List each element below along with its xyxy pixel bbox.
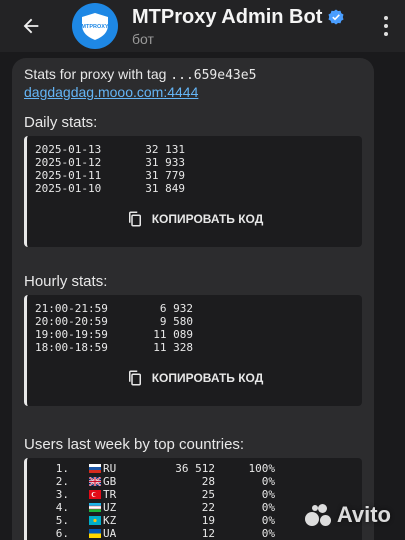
hourly-stat-row: 20:00-20:59 9 580 — [35, 315, 362, 328]
hourly-stat-row-value: 11 328 — [153, 341, 193, 354]
flag-icon — [89, 503, 101, 512]
country-code-text: TR — [103, 488, 117, 501]
country-rank: 1. — [55, 462, 69, 475]
flag-icon — [89, 516, 101, 525]
daily-copy-button[interactable]: КОПИРОВАТЬ КОД — [27, 210, 362, 228]
daily-copy-label: КОПИРОВАТЬ КОД — [151, 212, 264, 226]
daily-stat-row: 2025-01-10 31 849 — [35, 182, 362, 195]
daily-stats-block: 2025-01-13 32 131 2025-01-12 31 933 2025-01-… — [24, 136, 362, 247]
daily-stat-row-value: 32 131 — [145, 143, 185, 156]
country-code-text: RU — [103, 462, 117, 475]
flag-icon — [89, 490, 101, 499]
country-users: 28 — [201, 475, 215, 488]
country-code-text: KZ — [103, 514, 117, 527]
hourly-stat-row-value: 6 932 — [159, 302, 193, 315]
flag-icon — [89, 477, 101, 486]
country-users: 19 — [201, 514, 215, 527]
country-percent: 100% — [248, 462, 276, 475]
stats-tag: ...659e43e5 — [170, 68, 257, 83]
country-code: UA — [75, 527, 135, 540]
country-rank: 5. — [55, 514, 69, 527]
chat-header: MTPROXY MTProxy Admin Bot бот — [0, 0, 405, 52]
avito-wordmark: Avito — [336, 502, 391, 527]
proxy-link[interactable]: dagdagdag.mooo.com:4444 — [24, 84, 362, 100]
daily-stat-row-value: 31 933 — [145, 156, 185, 169]
daily-stat-row-label: 2025-01-13 — [35, 143, 102, 156]
country-code-text: UA — [103, 527, 117, 540]
hourly-stat-row-label: 19:00-19:59 — [35, 328, 108, 341]
daily-stats-title: Daily stats: — [24, 114, 98, 131]
hourly-stats-title: Hourly stats: — [24, 273, 108, 290]
hourly-stats-rows: 21:00-21:59 6 932 20:00-20:59 9 580 19:00-19… — [27, 295, 362, 354]
country-percent: 0% — [261, 501, 275, 514]
stats-header: Stats for proxy with tag ...659e43e5 — [24, 66, 362, 83]
hourly-stat-row: 19:00-19:59 11 089 — [35, 328, 362, 341]
country-code: TR — [75, 488, 135, 501]
country-percent: 0% — [261, 514, 275, 527]
hourly-stat-row-label: 20:00-20:59 — [35, 315, 108, 328]
hourly-stat-row: 18:00-18:59 11 328 — [35, 341, 362, 354]
menu-dot — [384, 24, 388, 28]
country-code-text: GB — [103, 475, 117, 488]
country-code: KZ — [75, 514, 135, 527]
country-code: RU — [75, 462, 135, 475]
daily-stat-row-label: 2025-01-12 — [35, 156, 102, 169]
daily-stat-row-label: 2025-01-11 — [35, 169, 102, 182]
country-row: 3. TR 25 0% — [39, 488, 362, 501]
country-code: GB — [75, 475, 135, 488]
bot-avatar[interactable]: MTPROXY — [72, 3, 118, 49]
country-users: 22 — [201, 501, 215, 514]
country-rank: 3. — [55, 488, 69, 501]
menu-dot — [384, 32, 388, 36]
copy-icon — [128, 211, 141, 227]
country-users: 12 — [201, 527, 215, 540]
country-percent: 0% — [261, 488, 275, 501]
country-percent: 0% — [261, 475, 275, 488]
daily-stat-row-value: 31 849 — [145, 182, 185, 195]
back-arrow-icon — [23, 18, 39, 34]
hourly-stat-row-value: 11 089 — [153, 328, 193, 341]
daily-stats-rows: 2025-01-13 32 131 2025-01-12 31 933 2025-01-… — [27, 136, 362, 195]
country-code-text: UZ — [103, 501, 117, 514]
daily-stat-row-value: 31 779 — [145, 169, 185, 182]
avito-logo-icon — [304, 503, 333, 527]
country-row: 6. UA 12 0% — [39, 527, 362, 540]
avito-watermark: Avito — [304, 502, 391, 528]
flag-icon — [89, 464, 101, 473]
country-rank: 2. — [55, 475, 69, 488]
countries-title: Users last week by top countries: — [24, 436, 245, 453]
daily-stat-row-label: 2025-01-10 — [35, 182, 102, 195]
daily-stat-row: 2025-01-11 31 779 — [35, 169, 362, 182]
more-vertical-icon — [384, 16, 388, 20]
copy-icon — [128, 370, 141, 386]
country-row: 1. RU 36 512 100% — [39, 462, 362, 475]
hourly-stat-row-value: 9 580 — [159, 315, 193, 328]
country-row: 2. GB 28 0% — [39, 475, 362, 488]
back-button[interactable] — [14, 9, 48, 43]
hourly-copy-label: КОПИРОВАТЬ КОД — [151, 371, 264, 385]
more-menu-button[interactable] — [381, 16, 391, 36]
country-rank: 4. — [55, 501, 69, 514]
daily-stat-row: 2025-01-13 32 131 — [35, 143, 362, 156]
bot-name[interactable]: MTProxy Admin Bot — [132, 6, 322, 29]
shield-logo-icon: MTPROXY — [81, 13, 109, 40]
avatar-text: MTPROXY — [81, 24, 109, 30]
country-code: UZ — [75, 501, 135, 514]
flag-icon — [89, 529, 101, 538]
country-rank: 6. — [55, 527, 69, 540]
hourly-copy-button[interactable]: КОПИРОВАТЬ КОД — [27, 369, 362, 387]
stats-title: Stats for proxy with tag — [24, 66, 167, 82]
bot-subtitle: бот — [132, 30, 154, 47]
hourly-stats-block: 21:00-21:59 6 932 20:00-20:59 9 580 19:00-19… — [24, 295, 362, 406]
hourly-stat-row-label: 21:00-21:59 — [35, 302, 108, 315]
daily-stat-row: 2025-01-12 31 933 — [35, 156, 362, 169]
hourly-stat-row: 21:00-21:59 6 932 — [35, 302, 362, 315]
country-users: 36 512 — [175, 462, 215, 475]
verified-badge-icon — [328, 9, 344, 25]
hourly-stat-row-label: 18:00-18:59 — [35, 341, 108, 354]
country-percent: 0% — [261, 527, 275, 540]
country-users: 25 — [201, 488, 215, 501]
message-bubble: Stats for proxy with tag ...659e43e5 dag… — [12, 58, 374, 540]
